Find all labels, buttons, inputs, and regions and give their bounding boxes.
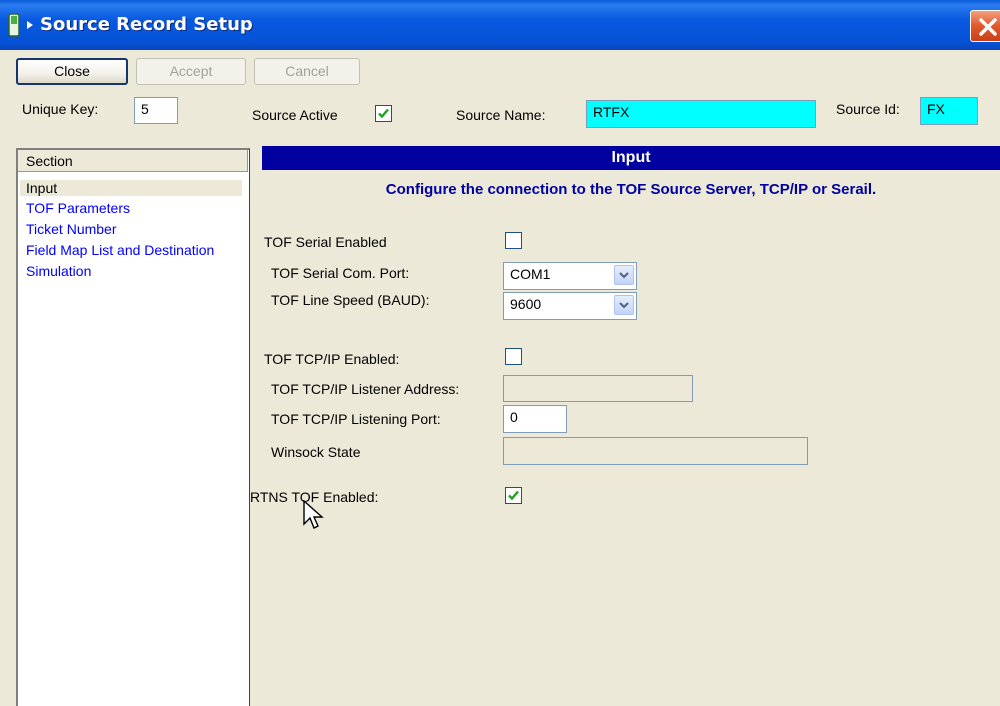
line-speed-label: TOF Line Speed (BAUD): [271, 292, 430, 308]
serial-port-value: COM1 [510, 266, 551, 282]
checkmark-icon [508, 490, 519, 501]
close-icon [979, 18, 997, 36]
source-name-label: Source Name: [456, 107, 546, 123]
tcp-port-label: TOF TCP/IP Listening Port: [271, 411, 441, 427]
chevron-down-icon [619, 272, 629, 279]
source-id-label: Source Id: [836, 101, 900, 117]
mouse-cursor-icon [303, 500, 324, 529]
input-panel-title: Input [262, 146, 1000, 170]
app-icon [8, 13, 33, 37]
unique-key-label: Unique Key: [22, 101, 99, 117]
section-item-field-map[interactable]: Field Map List and Destination [26, 242, 214, 258]
title-bar: Source Record Setup [0, 0, 1000, 50]
unique-key-field[interactable]: 5 [134, 97, 178, 124]
input-panel-subtitle: Configure the connection to the TOF Sour… [385, 181, 877, 198]
winsock-state-label: Winsock State [271, 444, 361, 460]
tcp-enabled-label: TOF TCP/IP Enabled: [264, 351, 400, 367]
window-close-button[interactable] [970, 10, 1000, 42]
line-speed-dropdown-button[interactable] [614, 295, 634, 315]
close-button[interactable]: Close [16, 58, 128, 85]
tcp-address-label: TOF TCP/IP Listener Address: [271, 381, 460, 397]
rtns-enabled-checkbox[interactable] [505, 487, 522, 504]
section-item-input[interactable]: Input [20, 180, 242, 196]
window-title: Source Record Setup [40, 14, 253, 35]
section-item-ticket-number[interactable]: Ticket Number [26, 221, 117, 237]
winsock-state-field [503, 437, 808, 465]
serial-enabled-label: TOF Serial Enabled [264, 234, 387, 250]
accept-button[interactable]: Accept [136, 58, 246, 85]
serial-enabled-checkbox[interactable] [505, 232, 522, 249]
section-item-simulation[interactable]: Simulation [26, 263, 91, 279]
source-active-label: Source Active [252, 107, 338, 123]
chevron-down-icon [619, 302, 629, 309]
serial-port-label: TOF Serial Com. Port: [271, 265, 410, 281]
checkmark-icon [378, 108, 389, 119]
tcp-port-field[interactable]: 0 [503, 405, 567, 433]
tcp-address-field[interactable] [503, 375, 693, 402]
source-active-checkbox[interactable] [375, 105, 392, 122]
source-id-field[interactable]: FX [920, 97, 978, 125]
line-speed-select[interactable]: 9600 [503, 292, 637, 320]
line-speed-value: 9600 [510, 296, 542, 312]
tcp-enabled-checkbox[interactable] [505, 348, 522, 365]
serial-port-select[interactable]: COM1 [503, 262, 637, 290]
cancel-button[interactable]: Cancel [254, 58, 360, 85]
section-item-tof-parameters[interactable]: TOF Parameters [26, 200, 130, 216]
serial-port-dropdown-button[interactable] [614, 265, 634, 285]
source-name-field[interactable]: RTFX [586, 100, 816, 128]
section-list-header[interactable]: Section [18, 150, 248, 172]
